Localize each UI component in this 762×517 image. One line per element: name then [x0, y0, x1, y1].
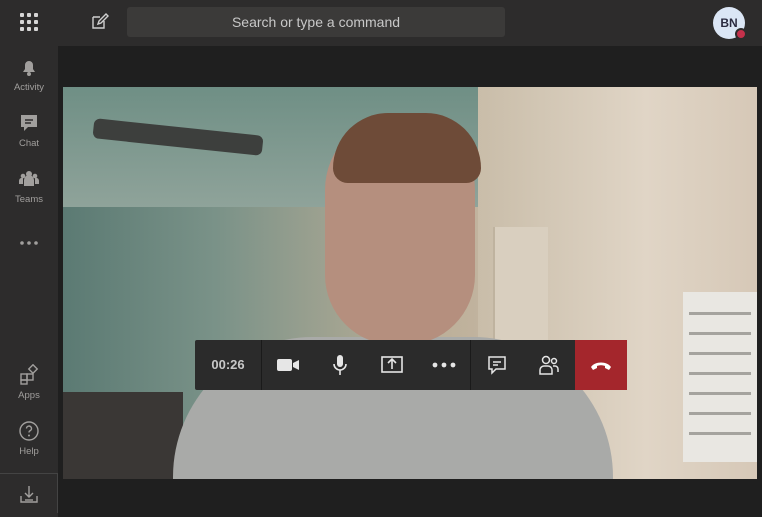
top-bar: Search or type a command BN — [0, 0, 762, 46]
microphone-icon — [333, 355, 347, 375]
help-icon — [19, 421, 39, 441]
participant-video — [63, 87, 757, 479]
show-participants-button[interactable] — [523, 340, 575, 390]
download-icon — [19, 486, 38, 503]
camera-button[interactable] — [262, 340, 314, 390]
chat-icon — [21, 115, 37, 131]
teams-window: Search or type a command BN Activity Cha… — [0, 0, 762, 517]
app-launcher-icon[interactable] — [20, 13, 38, 31]
sidebar-item-chat[interactable]: Chat — [0, 112, 58, 149]
bell-icon — [23, 61, 35, 76]
more-options-icon — [432, 362, 456, 368]
microphone-button[interactable] — [314, 340, 366, 390]
show-conversation-button[interactable] — [471, 340, 523, 390]
sidebar-item-label: Activity — [13, 82, 45, 93]
sidebar-item-label: Chat — [18, 138, 40, 149]
participants-icon — [539, 355, 559, 375]
sidebar-item-help[interactable]: Help — [0, 420, 58, 457]
hang-up-button[interactable] — [575, 340, 627, 390]
avatar-initials: BN — [720, 16, 738, 30]
call-timer: 00:26 — [195, 340, 262, 390]
new-chat-icon[interactable] — [89, 12, 109, 32]
sidebar-item-activity[interactable]: Activity — [0, 56, 58, 93]
presence-status-icon — [735, 28, 747, 40]
more-icon — [20, 241, 38, 245]
avatar[interactable]: BN — [713, 7, 747, 40]
share-screen-button[interactable] — [366, 340, 418, 390]
sidebar-item-apps[interactable]: Apps — [0, 364, 58, 401]
search-input[interactable]: Search or type a command — [127, 7, 505, 37]
meeting-stage: 00:26 — [58, 46, 762, 517]
camera-icon — [277, 359, 299, 371]
sidebar-item-more[interactable] — [0, 232, 58, 258]
teams-icon — [18, 171, 40, 186]
share-screen-icon — [381, 356, 403, 373]
sidebar-item-teams[interactable]: Teams — [0, 168, 58, 205]
sidebar-item-label: Teams — [15, 194, 43, 205]
sidebar-item-label: Apps — [18, 390, 40, 401]
sidebar-item-label: Help — [19, 446, 39, 457]
chat-icon — [488, 356, 506, 375]
call-controls: 00:26 — [195, 340, 627, 390]
hang-up-icon — [591, 362, 611, 370]
apps-icon — [20, 364, 39, 385]
more-options-button[interactable] — [418, 340, 470, 390]
download-app-button[interactable] — [0, 473, 58, 513]
app-bar: Activity Chat Teams Apps Help — [0, 46, 58, 517]
